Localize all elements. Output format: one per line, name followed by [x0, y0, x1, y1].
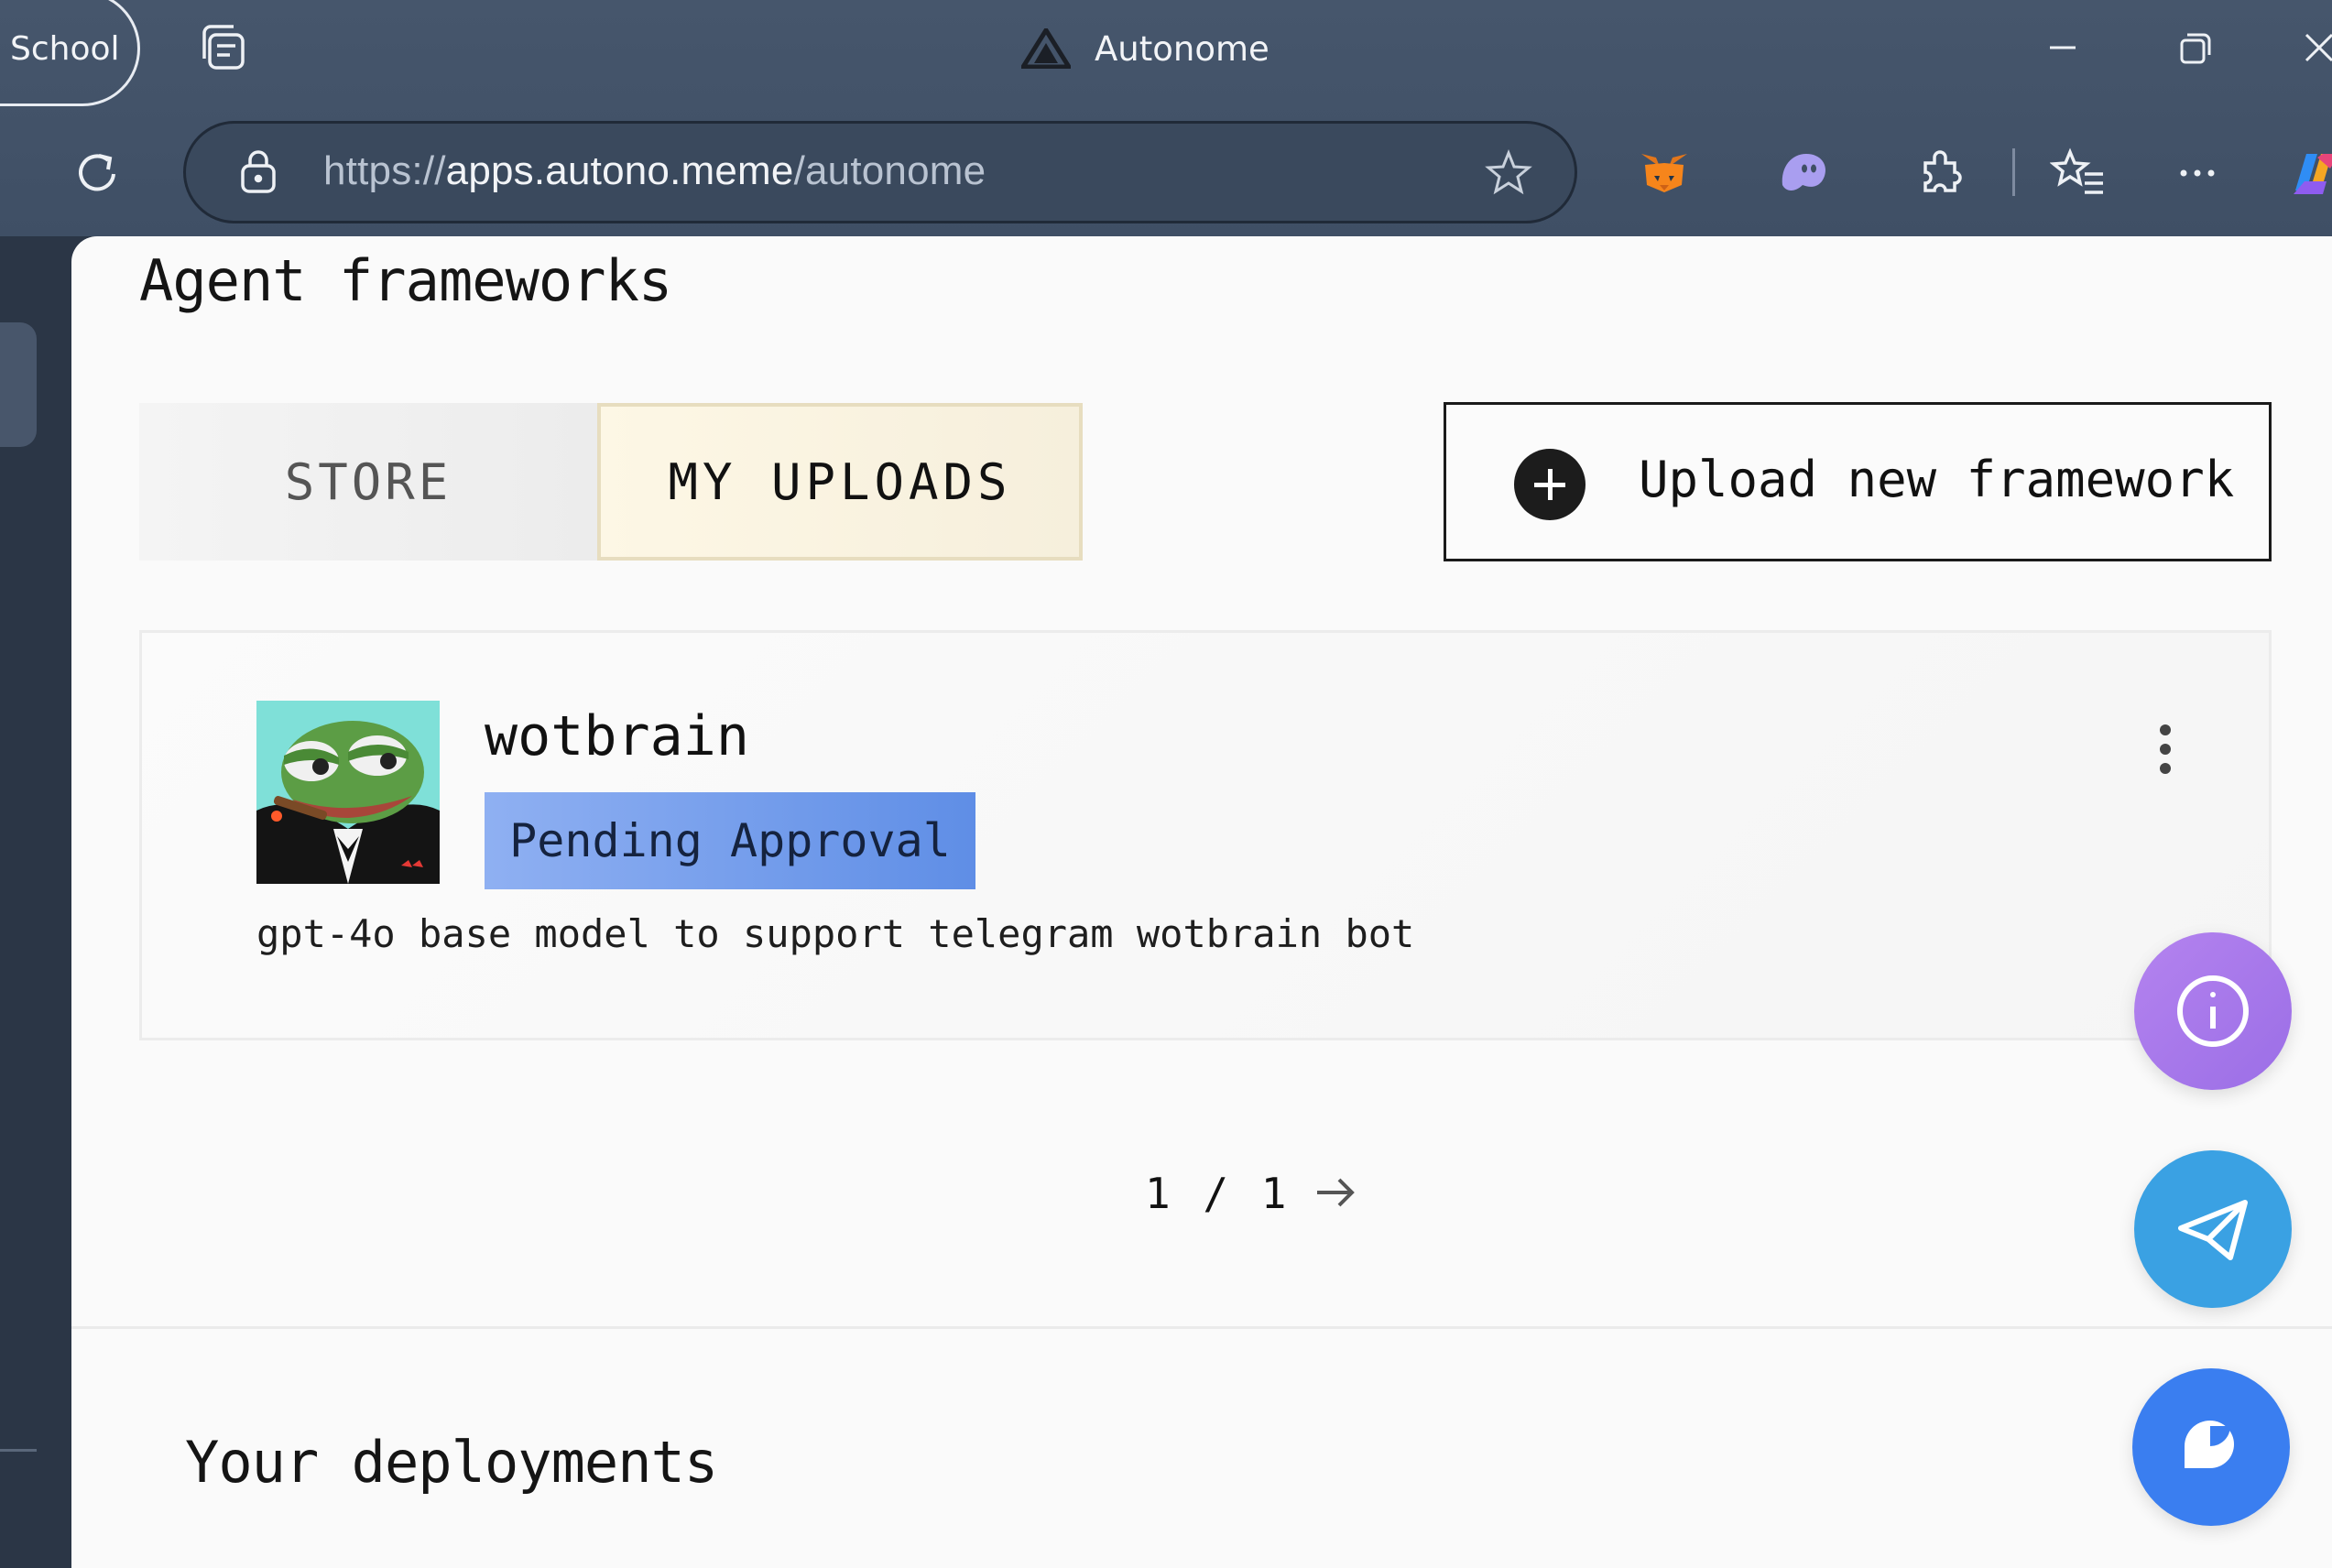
favorites-icon[interactable]	[2049, 145, 2107, 201]
address-bar[interactable]: https://apps.autono.meme/autonome	[183, 121, 1577, 223]
deployments-title: Your deployments	[185, 1429, 718, 1496]
upload-button-label: Upload new framework	[1639, 451, 2235, 508]
info-button[interactable]	[2134, 932, 2292, 1090]
framework-avatar	[256, 701, 440, 884]
close-icon	[2305, 33, 2332, 62]
window-title: Autonome	[1021, 26, 1270, 71]
url-prefix: https://	[323, 148, 446, 193]
favorite-star-icon[interactable]	[1483, 147, 1534, 199]
toolbar-separator	[2012, 148, 2015, 196]
reload-icon	[79, 154, 115, 191]
profile-label: School	[10, 29, 120, 68]
autonome-logo-icon	[1021, 28, 1071, 69]
framework-card[interactable]: wotbrain Pending Approval gpt-4o base mo…	[139, 630, 2272, 1040]
section-title: Agent frameworks	[139, 247, 672, 314]
kebab-menu-icon[interactable]	[2152, 724, 2179, 779]
chat-support-button[interactable]	[2132, 1368, 2290, 1526]
telegram-icon	[2178, 1200, 2248, 1260]
lock-icon[interactable]	[237, 149, 279, 195]
section-divider	[71, 1326, 2332, 1329]
upload-new-framework-button[interactable]: Upload new framework	[1444, 402, 2272, 561]
next-page-arrow-icon[interactable]	[1310, 1167, 1361, 1218]
url-host: apps.autono.meme	[445, 148, 794, 193]
tab-store[interactable]: STORE	[139, 403, 597, 561]
framework-name: wotbrain	[485, 704, 749, 768]
telegram-button[interactable]	[2134, 1150, 2292, 1308]
content-panel: Agent frameworks STORE MY UPLOADS Upload…	[71, 236, 2332, 1568]
left-sidebar	[0, 236, 71, 1568]
restore-icon	[2180, 33, 2211, 64]
minimize-button[interactable]	[2035, 20, 2090, 75]
window-title-text: Autonome	[1095, 28, 1270, 69]
sidebar-handle[interactable]	[0, 322, 37, 447]
url-text[interactable]: https://apps.autono.meme/autonome	[323, 148, 986, 194]
profile-button[interactable]: School	[0, 0, 140, 106]
info-icon	[2177, 975, 2249, 1047]
framework-description: gpt-4o base model to support telegram wo…	[256, 911, 1415, 956]
url-path: /autonome	[793, 148, 986, 193]
tab-my-uploads[interactable]: MY UPLOADS	[597, 403, 1083, 561]
minimize-icon	[2050, 46, 2076, 49]
reload-button[interactable]	[71, 147, 125, 200]
metamask-icon[interactable]	[1636, 145, 1693, 201]
close-button[interactable]	[2290, 20, 2332, 75]
copilot-icon[interactable]	[2286, 145, 2332, 201]
extensions-icon[interactable]	[1912, 145, 1969, 201]
restore-button[interactable]	[2167, 20, 2222, 75]
sidebar-divider	[0, 1449, 37, 1452]
tabs-icon[interactable]	[197, 22, 254, 71]
chat-icon	[2185, 1421, 2234, 1468]
pagination-label: 1 / 1	[1145, 1169, 1291, 1218]
ghost-extension-icon[interactable]	[1775, 145, 1832, 201]
more-icon[interactable]	[2169, 145, 2226, 201]
status-badge: Pending Approval	[485, 792, 975, 889]
browser-titlebar: School Autonome https://apps.autono.meme…	[0, 0, 2332, 236]
plus-icon	[1514, 449, 1586, 520]
